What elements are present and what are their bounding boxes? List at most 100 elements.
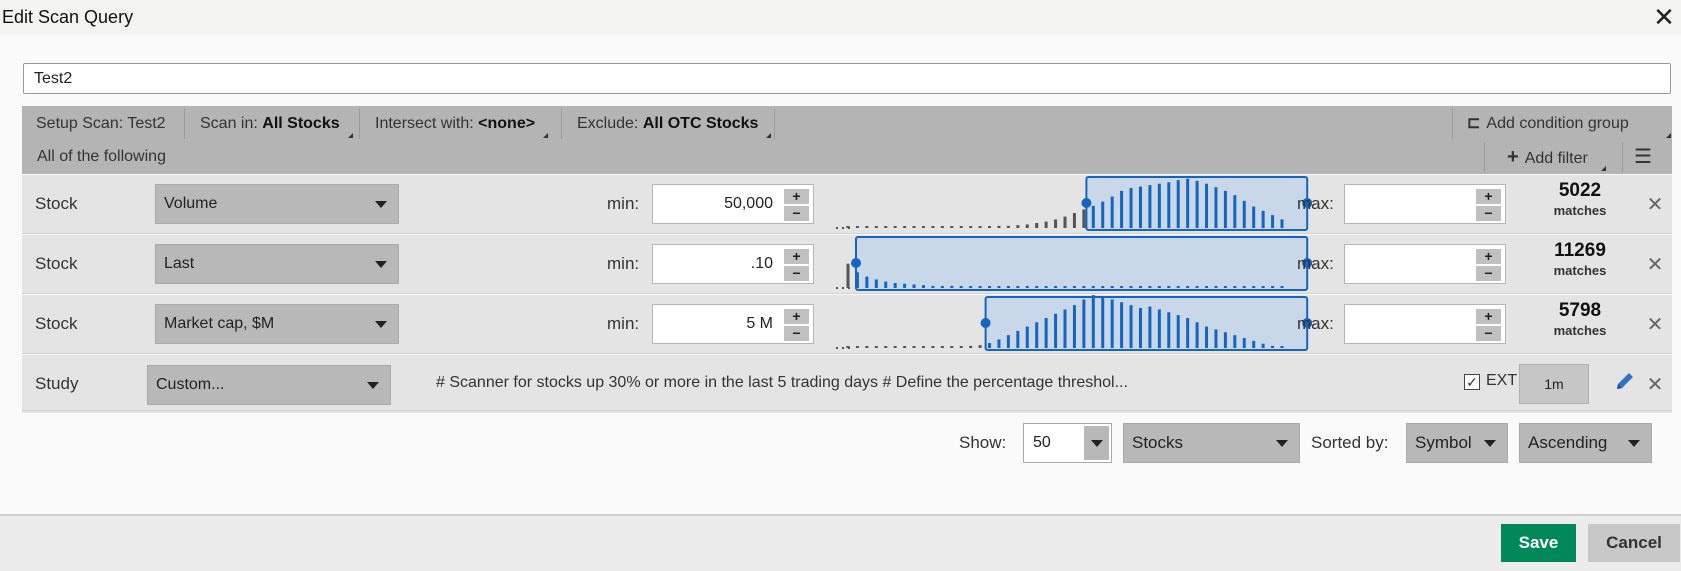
close-icon[interactable]: ✕ — [1651, 2, 1677, 32]
increment-button[interactable]: + — [784, 249, 809, 264]
match-count-value: 11269 — [1554, 240, 1606, 261]
scan-in-selector[interactable]: Scan in: All Stocks — [186, 109, 354, 139]
histogram-bar — [1072, 286, 1076, 288]
dialog-title: Edit Scan Query — [2, 7, 134, 27]
list-menu-button[interactable]: ☰ — [1634, 142, 1664, 172]
histogram-bar — [1138, 308, 1142, 348]
increment-button[interactable]: + — [784, 309, 809, 324]
pencil-icon[interactable] — [1613, 369, 1637, 393]
histogram-bar — [1242, 338, 1246, 348]
setup-scan-menu[interactable]: Setup Scan: Test2 — [22, 109, 180, 139]
filter-histogram[interactable] — [832, 175, 1312, 233]
filter-field-dropdown[interactable]: Last — [155, 244, 399, 284]
min-input[interactable]: 50,000 + − — [652, 184, 814, 224]
histogram-bar — [855, 346, 859, 348]
histogram-bar — [997, 225, 1001, 228]
histogram-bar — [1148, 286, 1152, 288]
max-input[interactable]: + − — [1344, 184, 1506, 224]
histogram-bar — [1205, 326, 1209, 348]
exclude-selector[interactable]: Exclude: All OTC Stocks — [563, 109, 772, 139]
histogram-bar — [950, 285, 954, 288]
decrement-button[interactable]: − — [784, 326, 809, 341]
histogram-bar — [1167, 182, 1171, 228]
universe-select[interactable]: Stocks — [1123, 423, 1300, 463]
histogram-bar — [950, 226, 954, 228]
decrement-button[interactable]: − — [1476, 206, 1501, 221]
chevron-down-icon — [375, 321, 387, 328]
range-handle-min — [1081, 198, 1092, 208]
histogram-bar — [1186, 286, 1190, 288]
decrement-button[interactable]: − — [784, 206, 809, 221]
min-stepper: + − — [784, 249, 809, 281]
increment-button[interactable]: + — [1476, 309, 1501, 324]
histogram-bar — [940, 226, 944, 228]
scan-name-input[interactable] — [23, 63, 1671, 94]
sort-order-select[interactable]: Ascending — [1519, 423, 1652, 463]
chevron-down-icon — [367, 382, 379, 389]
chevron-down-icon — [1628, 440, 1640, 447]
histogram-bar — [1006, 225, 1010, 228]
histogram-bar — [921, 226, 925, 228]
histogram-bar — [1072, 305, 1076, 348]
universe-value: Stocks — [1132, 433, 1184, 452]
study-dropdown[interactable]: Custom... — [147, 365, 391, 405]
histogram-bar — [1167, 312, 1171, 348]
intersect-selector[interactable]: Intersect with: <none> — [361, 109, 549, 139]
save-button[interactable]: Save — [1501, 524, 1576, 562]
min-value: .10 — [750, 255, 773, 272]
remove-filter-icon[interactable]: ✕ — [1645, 252, 1665, 277]
histogram-bar — [940, 285, 944, 288]
decrement-button[interactable]: − — [1476, 326, 1501, 341]
decrement-button[interactable]: − — [784, 266, 809, 281]
match-count-label: matches — [1553, 263, 1607, 278]
histogram-bar — [1214, 286, 1218, 288]
max-input[interactable]: + − — [1344, 244, 1506, 284]
increment-button[interactable]: + — [784, 189, 809, 204]
add-filter-button[interactable]: + Add filter — [1507, 142, 1588, 172]
histogram-bar — [1035, 223, 1039, 228]
study-value: Custom... — [156, 376, 225, 393]
ext-checkbox[interactable]: ✓ EXT — [1464, 372, 1517, 390]
range-selection — [855, 236, 1309, 291]
increment-button[interactable]: + — [1476, 249, 1501, 264]
remove-filter-icon[interactable]: ✕ — [1645, 372, 1665, 397]
remove-filter-icon[interactable]: ✕ — [1645, 312, 1665, 337]
decrement-button[interactable]: − — [1476, 266, 1501, 281]
remove-filter-icon[interactable]: ✕ — [1645, 192, 1665, 217]
filter-histogram[interactable] — [832, 295, 1312, 353]
histogram-bar — [1138, 186, 1142, 228]
histogram-bar — [1233, 335, 1237, 348]
add-condition-group-button[interactable]: ⊏ Add condition group — [1467, 109, 1629, 139]
histogram-bar — [1035, 286, 1039, 288]
filter-histogram[interactable] — [832, 235, 1312, 293]
sort-field-select[interactable]: Symbol — [1406, 423, 1508, 463]
aggregation-button[interactable]: 1m — [1519, 364, 1589, 404]
min-input[interactable]: .10 + − — [652, 244, 814, 284]
max-label: max: — [1297, 254, 1334, 273]
histogram-bar — [1091, 286, 1095, 288]
histogram-bar — [1176, 315, 1180, 348]
increment-button[interactable]: + — [1476, 189, 1501, 204]
histogram-bar — [1110, 299, 1114, 348]
checkmark-icon: ✓ — [1464, 374, 1480, 390]
histogram-bar — [1025, 286, 1029, 288]
show-count-select[interactable]: 50 — [1023, 423, 1112, 463]
list-icon: ☰ — [1634, 146, 1652, 168]
chevron-down-icon — [375, 261, 387, 268]
histogram-bar — [1148, 185, 1152, 228]
min-input[interactable]: 5 M + − — [652, 304, 814, 344]
corner-arrow-icon — [1666, 133, 1671, 138]
max-input[interactable]: + − — [1344, 304, 1506, 344]
histogram-bar — [978, 345, 982, 348]
cancel-button[interactable]: Cancel — [1588, 524, 1680, 562]
histogram-bar — [1271, 215, 1275, 228]
histogram-bar — [865, 226, 869, 228]
match-count: 11269 matches — [1539, 240, 1621, 280]
histogram-bar — [959, 286, 963, 288]
filter-field-dropdown[interactable]: Market cap, $M — [155, 304, 399, 344]
histogram-bar — [912, 346, 916, 348]
chevron-down-icon — [375, 201, 387, 208]
filter-field-dropdown[interactable]: Volume — [155, 184, 399, 224]
study-script-preview[interactable]: # Scanner for stocks up 30% or more in t… — [436, 374, 1128, 392]
histogram-bar — [1054, 313, 1058, 348]
